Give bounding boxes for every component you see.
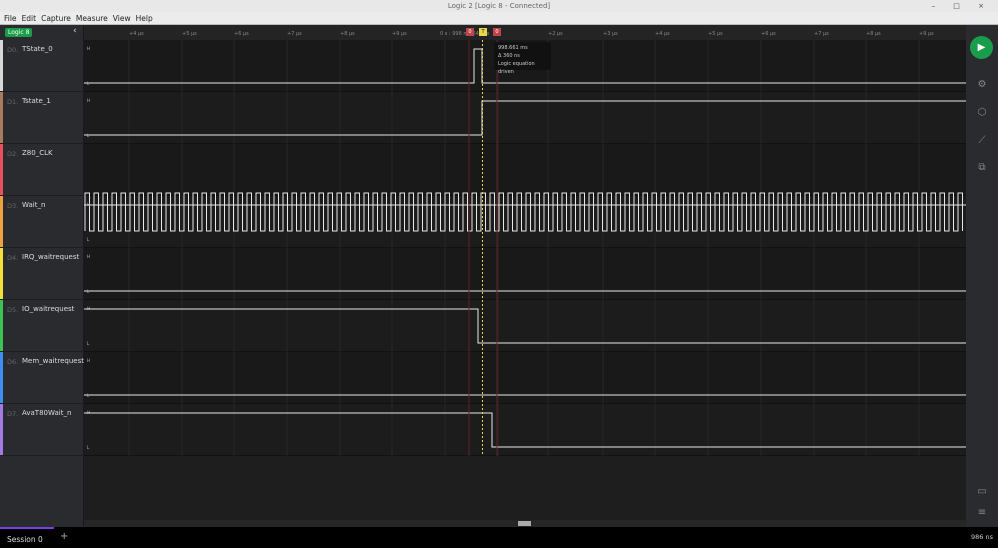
scroll-thumb[interactable]	[518, 521, 531, 526]
ruler-tick: +5 µs	[182, 31, 197, 37]
start-capture-button[interactable]: ▶	[970, 36, 993, 59]
waveform-area[interactable]: HLHLHLHLHLHLHL	[84, 40, 966, 456]
level-high-label: H	[87, 202, 90, 207]
channel-color-stripe	[0, 196, 3, 247]
marker-right[interactable]: 0	[493, 28, 501, 36]
level-high-label: H	[87, 254, 90, 259]
ruler-tick: +8 µs	[340, 31, 355, 37]
channel-number: D3.	[7, 202, 19, 210]
right-sidebar: ▶ ⚙ ⬡ ⟋ ⧉ ▭ ≡	[966, 25, 998, 527]
device-badge[interactable]: Logic 8	[5, 28, 33, 37]
level-high-label: H	[87, 98, 90, 103]
channel-name[interactable]: IO_waitrequest	[22, 305, 74, 313]
channel-track	[84, 300, 966, 352]
channel-track	[84, 92, 966, 144]
channel-name[interactable]: TState_0	[22, 45, 53, 53]
ruler-tick: +5 µs	[708, 31, 723, 37]
channel-row[interactable]: D1. Tstate_1	[0, 92, 84, 144]
menu-help[interactable]: Help	[136, 14, 153, 23]
channel-row[interactable]: D4. IRQ_waitrequest	[0, 248, 84, 300]
ruler-tick: +2 µs	[548, 31, 563, 37]
menu-bar: File Edit Capture Measure View Help	[0, 12, 998, 25]
ruler-tick: +3 µs	[603, 31, 618, 37]
ruler-tick: +4 µs	[129, 31, 144, 37]
menu-file[interactable]: File	[4, 14, 17, 23]
level-high-label: H	[87, 306, 90, 311]
session-bar: Session 0 + 986 ns	[0, 527, 998, 548]
feedback-icon[interactable]: ▭	[974, 486, 990, 497]
channel-row[interactable]: D6. Mem_waitrequest	[0, 352, 84, 404]
channel-number: D6.	[7, 358, 19, 366]
channel-name[interactable]: Wait_n	[22, 201, 45, 209]
tooltip-delta: Δ 360 ns	[498, 53, 520, 59]
analyzers-icon[interactable]: ⚙	[974, 79, 990, 90]
ruler-tick: +8 µs	[866, 31, 881, 37]
ruler-tick: +7 µs	[814, 31, 829, 37]
session-tab[interactable]: Session 0	[0, 527, 54, 548]
collapse-panel-icon[interactable]: ‹	[73, 26, 77, 36]
channel-color-stripe	[0, 404, 3, 455]
ruler-tick: +6 µs	[761, 31, 776, 37]
level-high-label: H	[87, 410, 90, 415]
channel-track	[84, 352, 966, 404]
level-high-label: H	[87, 46, 90, 51]
channel-number: D2.	[7, 150, 19, 158]
layout-icon[interactable]: ⧉	[974, 162, 990, 173]
channel-name[interactable]: AvaT80Wait_n	[22, 409, 71, 417]
ruler-tick: +9 µs	[392, 31, 407, 37]
channel-number: D7.	[7, 410, 19, 418]
channel-row[interactable]: D0. TState_0	[0, 40, 84, 92]
channel-color-stripe	[0, 300, 3, 351]
channel-name[interactable]: IRQ_waitrequest	[22, 253, 79, 261]
channel-color-stripe	[0, 352, 3, 403]
extensions-icon[interactable]: ⬡	[974, 107, 990, 118]
channel-panel: Logic 8 ‹ D0. TState_0 D1. Tstate_1 D2. …	[0, 25, 84, 527]
channel-name[interactable]: Tstate_1	[22, 97, 51, 105]
channel-number: D1.	[7, 98, 19, 106]
ruler-tick: +6 µs	[234, 31, 249, 37]
channel-row[interactable]: D2. Z80_CLK	[0, 144, 84, 196]
menu-icon[interactable]: ≡	[974, 507, 990, 518]
ruler-tick: +7 µs	[287, 31, 302, 37]
channel-row[interactable]: D3. Wait_n	[0, 196, 84, 248]
channel-track	[84, 404, 966, 456]
channel-row[interactable]: D7. AvaT80Wait_n	[0, 404, 84, 456]
trigger-marker[interactable]: T	[479, 28, 487, 36]
title-bar: Logic 2 [Logic 8 - Connected] – □ ×	[0, 0, 998, 12]
level-high-label: H	[87, 358, 90, 363]
ruler-tick: +4 µs	[655, 31, 670, 37]
channel-track	[84, 144, 966, 196]
channel-color-stripe	[0, 40, 3, 91]
channel-number: D4.	[7, 254, 19, 262]
menu-capture[interactable]: Capture	[41, 14, 71, 23]
menu-edit[interactable]: Edit	[22, 14, 37, 23]
channel-color-stripe	[0, 144, 3, 195]
menu-measure[interactable]: Measure	[76, 14, 108, 23]
tooltip-desc: Logic equation driven	[498, 61, 535, 75]
horizontal-scrollbar[interactable]	[84, 520, 966, 527]
channel-number: D0.	[7, 46, 19, 54]
channel-color-stripe	[0, 248, 3, 299]
channel-track	[84, 196, 966, 248]
session-tab-label: Session 0	[7, 535, 43, 544]
channel-color-stripe	[0, 92, 3, 143]
ruler-tick: +9 µs	[919, 31, 934, 37]
channel-number: D5.	[7, 306, 19, 314]
zoom-level: 986 ns	[971, 533, 993, 541]
tooltip-time: 998.661 ms	[498, 45, 528, 51]
menu-view[interactable]: View	[113, 14, 131, 23]
measure-ruler-icon[interactable]: ⟋	[974, 135, 990, 146]
time-ruler[interactable]: +4 µs +5 µs +6 µs +7 µs +8 µs +9 µs +2 µs +3 µs…	[84, 25, 966, 40]
channel-name[interactable]: Mem_waitrequest	[22, 357, 84, 365]
channel-name[interactable]: Z80_CLK	[22, 149, 53, 157]
marker-left[interactable]: 0	[466, 28, 474, 36]
channel-row[interactable]: D5. IO_waitrequest	[0, 300, 84, 352]
window-title: Logic 2 [Logic 8 - Connected]	[447, 2, 551, 10]
measurement-tooltip: 998.661 ms Δ 360 ns Logic equation drive…	[494, 42, 551, 75]
channel-track	[84, 248, 966, 300]
window-controls[interactable]: – □ ×	[932, 0, 992, 12]
add-session-button[interactable]: +	[60, 531, 68, 542]
